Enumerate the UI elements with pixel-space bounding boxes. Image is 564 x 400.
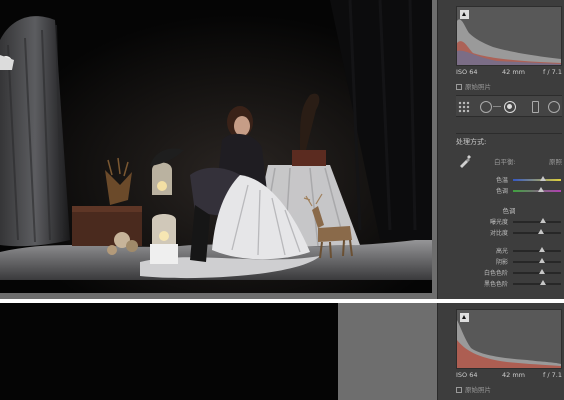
original-photo-toggle-bottom[interactable]: 原始照片 — [456, 384, 562, 394]
slider-row: 对比度 — [456, 227, 562, 237]
original-photo-checkbox[interactable] — [456, 84, 462, 90]
crop-circle-icon[interactable] — [480, 101, 492, 113]
slider-track[interactable] — [513, 247, 561, 252]
slider-label: 白色色阶 — [483, 270, 508, 277]
iso-readout: ISO 64 — [456, 371, 478, 379]
slider-label: 对比度 — [489, 230, 508, 237]
tone-section-title: 色调 — [502, 207, 516, 215]
original-photo-toggle[interactable]: 原始照片 — [456, 81, 562, 91]
slider-row: 色温 — [456, 174, 562, 184]
slider-row: 阴影 — [456, 256, 562, 266]
white-balance-label: 白平衡: — [494, 158, 516, 166]
lightroom-develop-view-bottom: ISO 64 42 mm f / 7.1 原始照片 — [0, 303, 564, 400]
process-label: 处理方式: — [456, 133, 562, 147]
slider-thumb[interactable] — [539, 176, 546, 181]
slider-row: 色调 — [456, 185, 562, 195]
lolita-studio-photo — [0, 0, 432, 293]
photo-preview-bottom — [0, 303, 338, 400]
histogram-bottom — [456, 309, 562, 369]
histogram-graph — [457, 19, 561, 65]
slider-row: 黑色色阶 — [456, 278, 562, 288]
slider-label: 色调 — [495, 188, 508, 195]
slider-label: 阴影 — [495, 259, 508, 266]
original-photo-checkbox[interactable] — [456, 387, 462, 393]
slider-track[interactable] — [513, 218, 561, 223]
slider-track[interactable] — [513, 229, 561, 234]
histogram-graph-bottom — [457, 320, 561, 368]
histogram — [456, 6, 562, 66]
iso-readout: ISO 64 — [456, 68, 478, 76]
photo-preview — [0, 0, 432, 293]
slider-thumb[interactable] — [539, 280, 546, 285]
focal-length-readout: 42 mm — [502, 371, 526, 379]
original-photo-label: 原始照片 — [465, 386, 491, 394]
slider-label: 黑色色阶 — [483, 281, 508, 288]
slider-row: 高光 — [456, 245, 562, 255]
slider-label: 色温 — [495, 177, 508, 184]
tool-strip — [456, 95, 562, 117]
slider-thumb[interactable] — [539, 218, 546, 223]
develop-right-panel-bottom: ISO 64 42 mm f / 7.1 原始照片 — [437, 303, 564, 400]
white-balance-row: 白平衡: 原照 — [456, 152, 562, 174]
slider-track[interactable] — [513, 187, 561, 192]
slider-track[interactable] — [513, 176, 561, 181]
eyedropper-icon[interactable] — [458, 154, 472, 168]
slider-track[interactable] — [513, 258, 561, 263]
spot-removal-icon[interactable] — [504, 101, 516, 113]
clipping-warning-icon[interactable] — [460, 10, 469, 19]
radial-filter-icon[interactable] — [548, 101, 560, 113]
histogram-exif: ISO 64 42 mm f / 7.1 — [456, 68, 562, 78]
grid-tool-icon[interactable] — [458, 101, 470, 113]
lightroom-develop-view-top: ISO 64 42 mm f / 7.1 原始照片 处理方式: 白平衡: 原照 — [0, 0, 564, 299]
aperture-readout: f / 7.1 — [543, 68, 562, 76]
slider-label: 曝光度 — [489, 219, 508, 226]
clipping-warning-icon[interactable] — [460, 313, 469, 322]
graduated-filter-icon[interactable] — [532, 101, 539, 113]
original-photo-label: 原始照片 — [465, 83, 491, 91]
slider-track[interactable] — [513, 269, 561, 274]
slider-thumb[interactable] — [538, 247, 545, 252]
develop-right-panel: ISO 64 42 mm f / 7.1 原始照片 处理方式: 白平衡: 原照 — [437, 0, 564, 299]
slider-thumb[interactable] — [537, 229, 544, 234]
slider-thumb[interactable] — [538, 269, 545, 274]
white-balance-dropdown[interactable]: 原照 — [549, 156, 562, 166]
image-canvas — [0, 0, 437, 299]
slider-track[interactable] — [513, 280, 561, 285]
aperture-readout: f / 7.1 — [543, 371, 562, 379]
slider-row: 曝光度 — [456, 216, 562, 226]
slider-row: 白色色阶 — [456, 267, 562, 277]
focal-length-readout: 42 mm — [502, 68, 526, 76]
slider-thumb[interactable] — [537, 187, 544, 192]
histogram-exif-bottom: ISO 64 42 mm f / 7.1 — [456, 371, 562, 381]
slider-thumb[interactable] — [538, 258, 545, 263]
tool-divider — [493, 106, 501, 107]
slider-label: 高光 — [495, 248, 508, 255]
image-canvas-bottom — [0, 303, 437, 400]
